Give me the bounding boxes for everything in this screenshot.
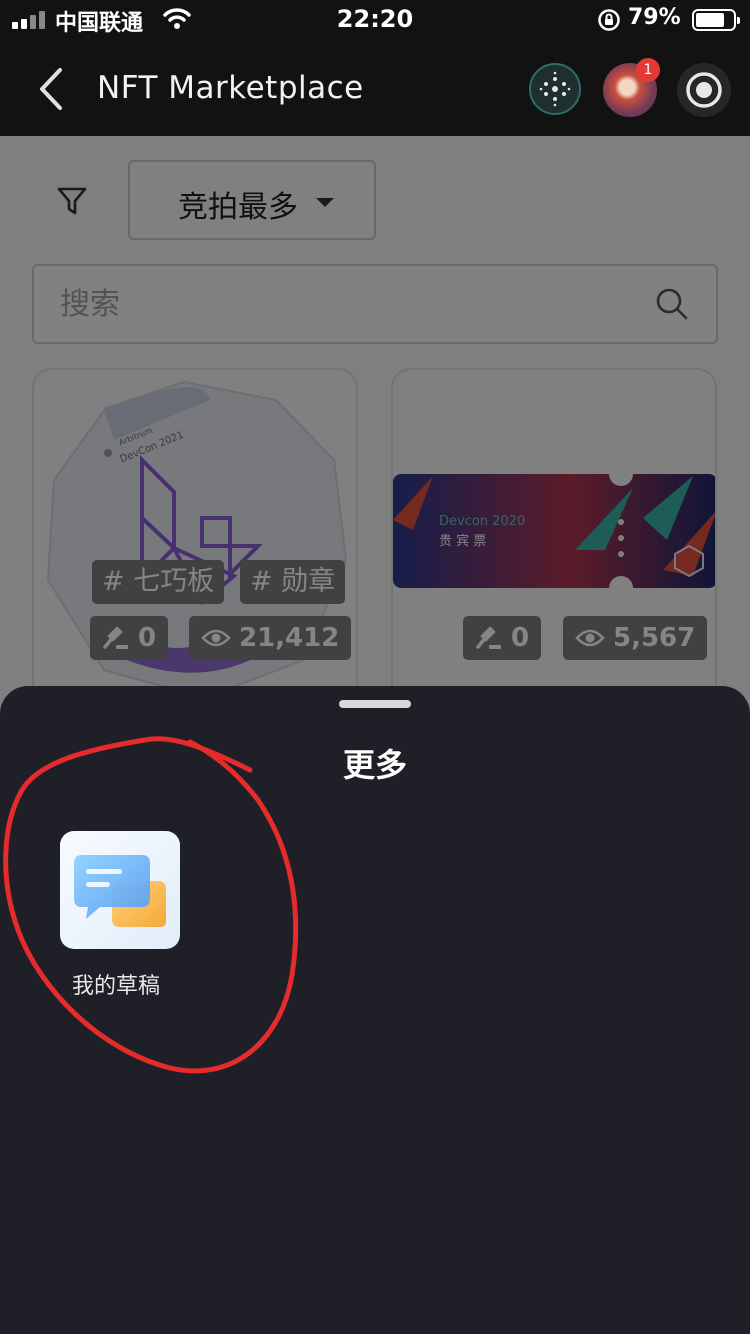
notification-badge: 1 <box>636 58 660 82</box>
page-title: NFT Marketplace <box>97 70 364 106</box>
back-icon[interactable] <box>34 66 66 112</box>
status-bar: 中国联通 22:20 79% <box>0 0 750 40</box>
dots-orbit-icon <box>539 71 571 107</box>
battery-icon <box>692 9 740 31</box>
battery-percent: 79% <box>628 5 681 30</box>
rotation-lock-icon <box>598 9 620 31</box>
my-drafts-button[interactable] <box>60 831 180 949</box>
network-icon[interactable] <box>529 63 581 115</box>
sheet-title: 更多 <box>342 746 407 784</box>
target-icon[interactable] <box>677 63 731 117</box>
my-drafts-label: 我的草稿 <box>72 974 161 999</box>
sheet-drag-handle[interactable] <box>339 700 411 708</box>
chat-bubbles-icon <box>74 855 166 927</box>
more-bottom-sheet: 更多 我的草稿 <box>0 686 750 1334</box>
nav-bar: NFT Marketplace 1 <box>0 40 750 136</box>
